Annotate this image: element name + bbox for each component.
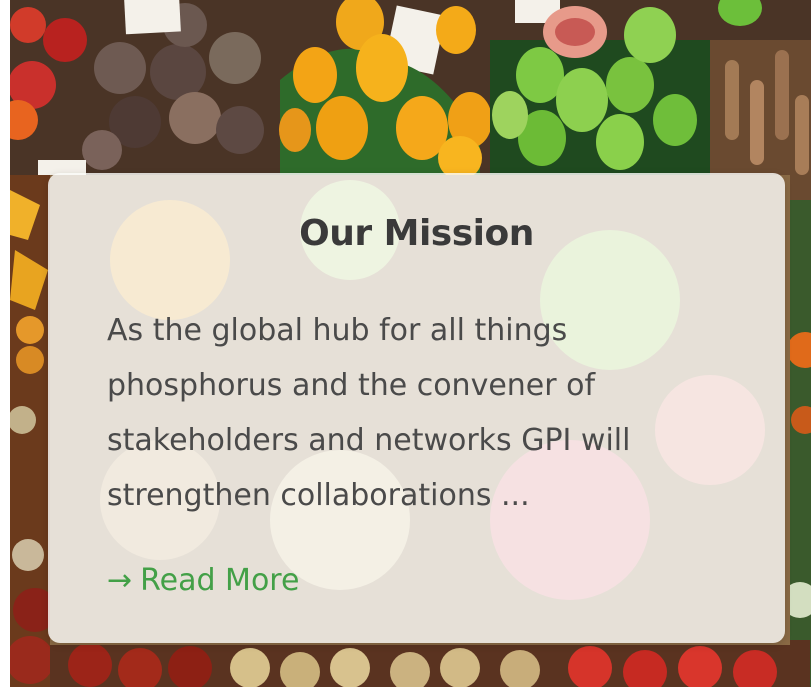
read-more-link[interactable]: → Read More [107, 563, 299, 598]
mission-card: Our Mission As the global hub for all th… [48, 173, 785, 643]
read-more-label: Read More [140, 563, 300, 598]
card-title: Our Mission [299, 213, 534, 254]
page: Our Mission As the global hub for all th… [0, 0, 811, 687]
card-description: As the global hub for all things phospho… [107, 313, 631, 513]
arrow-right-icon: → [107, 563, 133, 598]
